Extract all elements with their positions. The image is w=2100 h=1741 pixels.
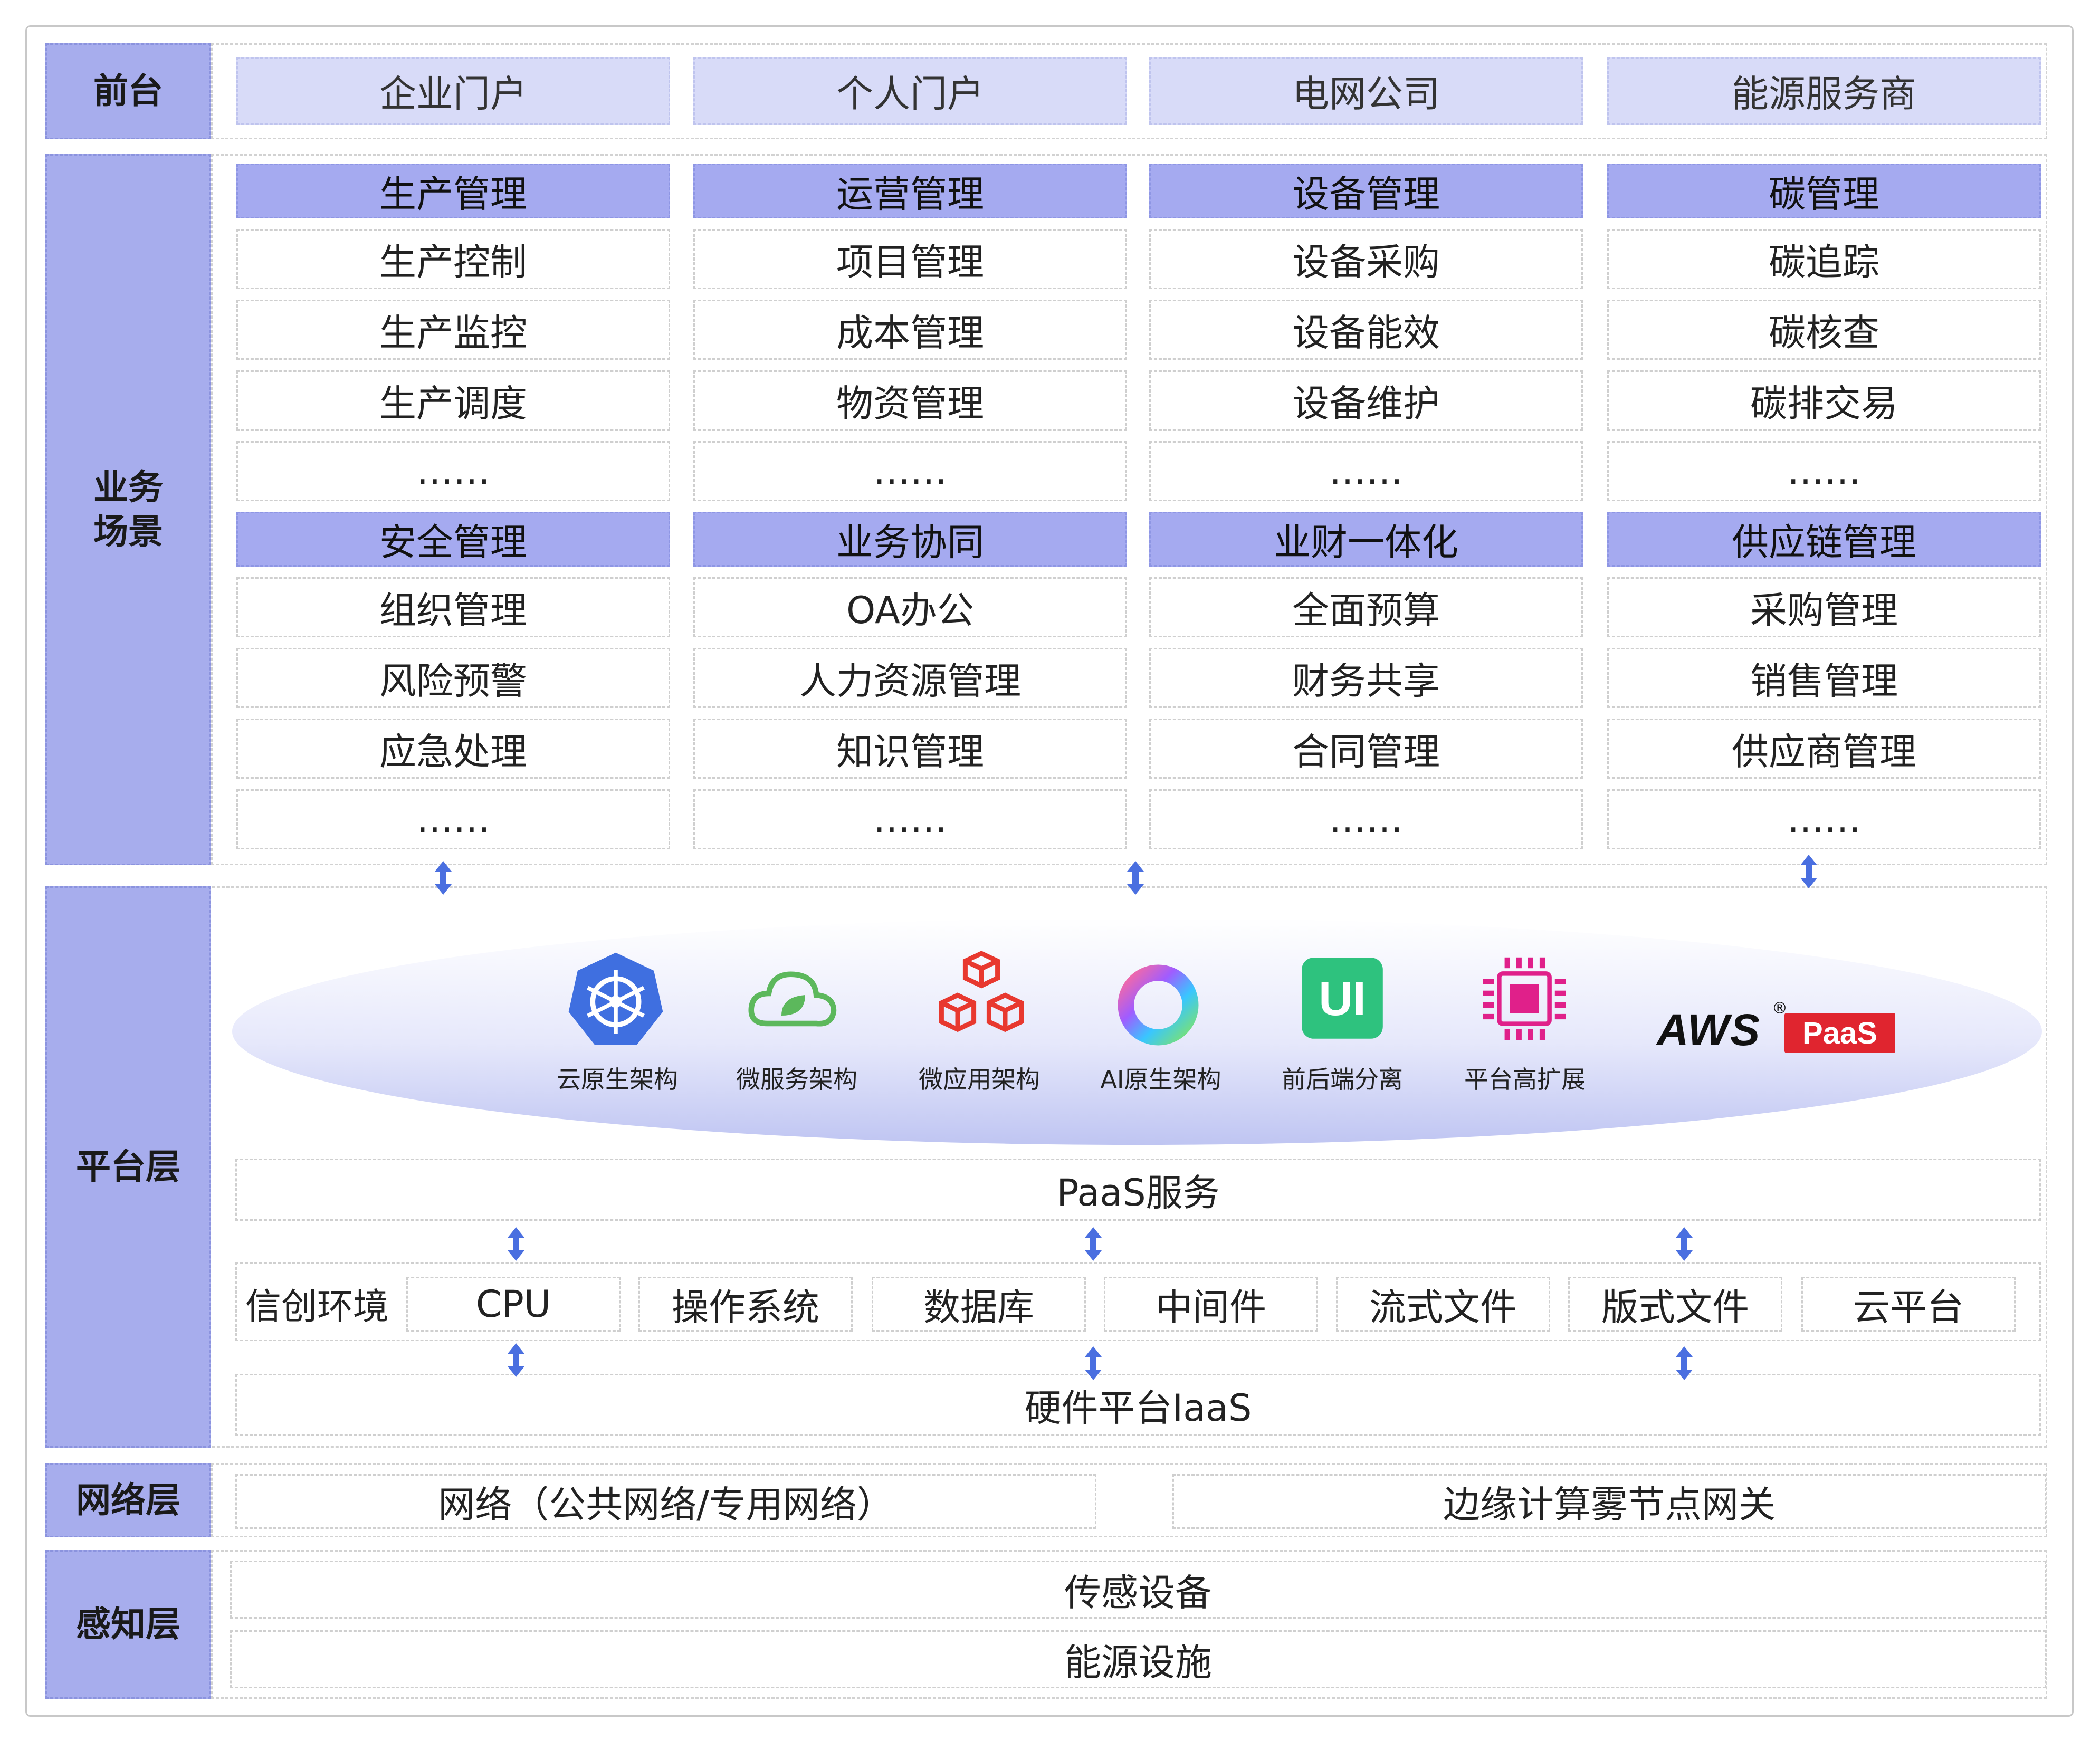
double-arrow-icon — [1676, 1346, 1693, 1380]
double-arrow-icon — [1676, 1227, 1693, 1261]
perception-item: 能源设施 — [230, 1630, 2046, 1688]
layer-label-network: 网络层 — [45, 1463, 211, 1537]
layer-label-perception: 感知层 — [45, 1550, 211, 1699]
perception-item: 传感设备 — [230, 1561, 2046, 1619]
double-arrow-icon — [435, 861, 452, 895]
double-arrow-icon — [1085, 1346, 1102, 1380]
double-arrow-icon — [508, 1343, 524, 1377]
double-arrow-icon — [1085, 1227, 1102, 1261]
network-item: 网络（公共网络/专用网络） — [235, 1474, 1096, 1529]
network-item: 边缘计算雾节点网关 — [1172, 1474, 2046, 1529]
double-arrow-icon — [1800, 855, 1817, 888]
double-arrow-icon — [508, 1227, 524, 1261]
double-arrow-icon — [1127, 861, 1144, 895]
